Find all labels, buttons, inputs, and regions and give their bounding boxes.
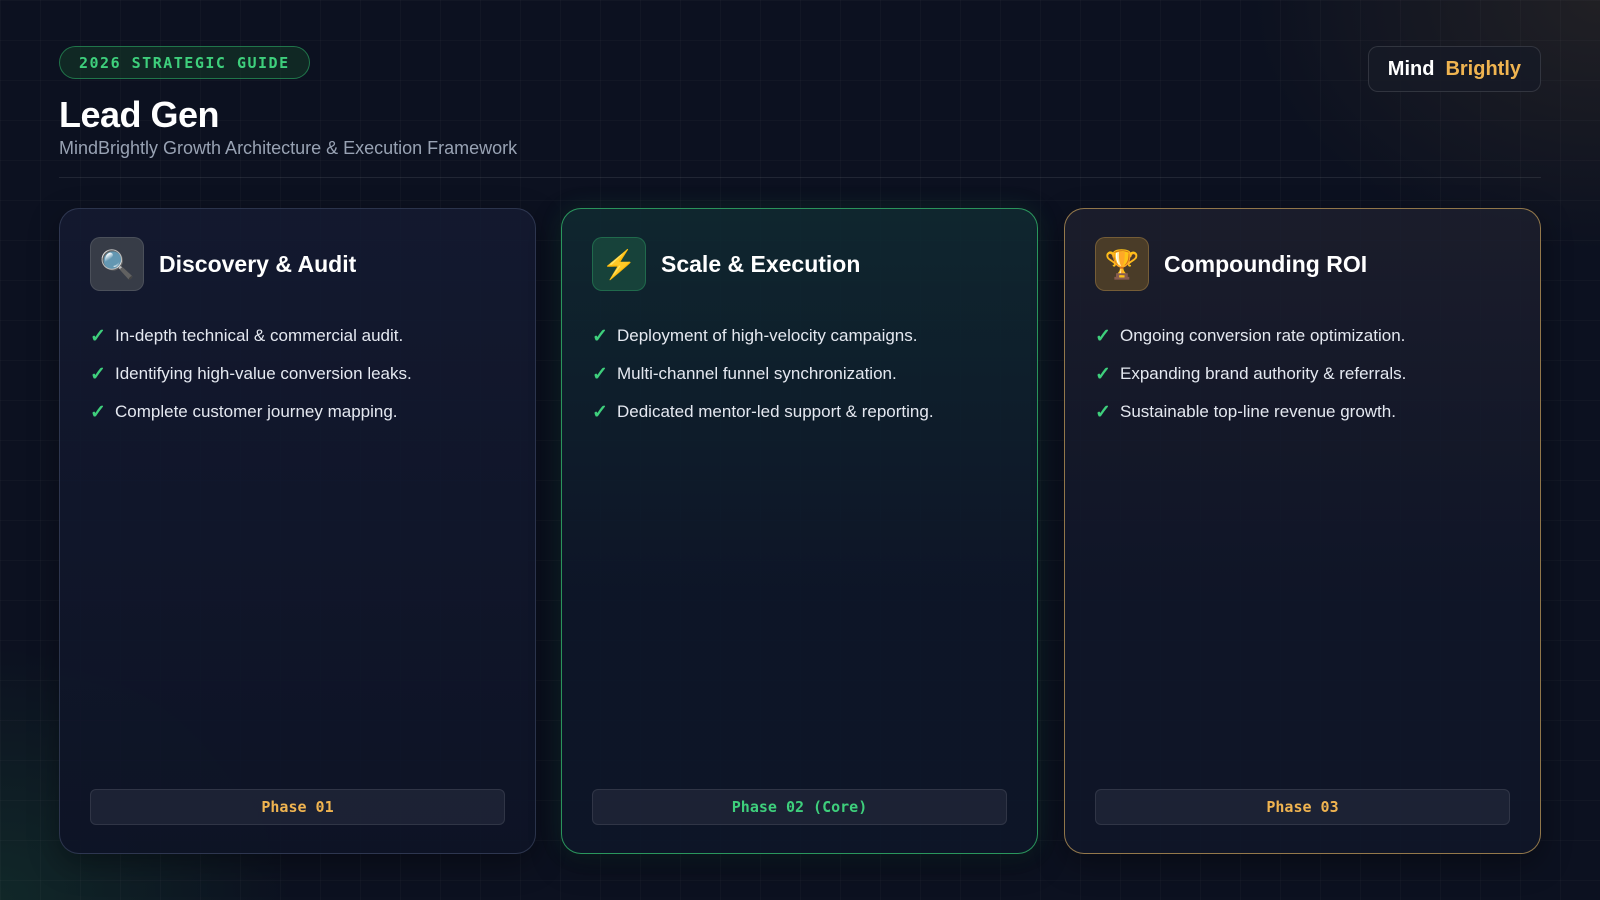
page-title: Lead Gen (59, 94, 220, 135)
card-compounding-roi: 🏆 Compounding ROI ✓ Ongoing conversion ra… (1064, 208, 1541, 854)
list-item: ✓ Complete customer journey mapping. (90, 393, 412, 431)
checkmark-icon: ✓ (90, 401, 106, 423)
brand-logo-mind: Mind (1387, 57, 1435, 80)
list-item-text: Multi-channel funnel synchronization. (617, 364, 897, 383)
list-item-text: Identifying high-value conversion leaks. (115, 364, 412, 383)
checkmark-icon: ✓ (592, 401, 608, 423)
brand-logo-brightly: Brightly (1445, 57, 1521, 80)
card-header: ⚡ Scale & Execution (592, 237, 860, 291)
checkmark-icon: ✓ (90, 325, 106, 347)
card-header: 🔍 Discovery & Audit (90, 237, 356, 291)
list-item-text: Complete customer journey mapping. (115, 402, 398, 421)
brand-logo: Mind Brightly (1367, 46, 1541, 92)
card-title: Compounding ROI (1164, 250, 1368, 277)
lightning-icon: ⚡ (592, 237, 646, 291)
list-item: ✓ Sustainable top-line revenue growth. (1095, 393, 1406, 431)
card-item-list: ✓ Ongoing conversion rate optimization. ✓… (1095, 317, 1406, 431)
phase-label: Phase 02 (Core) (592, 789, 1007, 825)
strategic-guide-tag: 2026 STRATEGIC GUIDE (59, 46, 310, 79)
checkmark-icon: ✓ (592, 363, 608, 385)
phase-label: Phase 01 (90, 789, 505, 825)
list-item: ✓ Multi-channel funnel synchronization. (592, 355, 934, 393)
list-item: ✓ Deployment of high-velocity campaigns. (592, 317, 934, 355)
checkmark-icon: ✓ (90, 363, 106, 385)
checkmark-icon: ✓ (1095, 401, 1111, 423)
list-item: ✓ Identifying high-value conversion leaks… (90, 355, 412, 393)
list-item: ✓ Ongoing conversion rate optimization. (1095, 317, 1406, 355)
card-discovery-audit: 🔍 Discovery & Audit ✓ In-depth technical … (59, 208, 536, 854)
card-header: 🏆 Compounding ROI (1095, 237, 1367, 291)
card-title: Discovery & Audit (159, 250, 357, 277)
phase-label: Phase 03 (1095, 789, 1510, 825)
card-scale-execution: ⚡ Scale & Execution ✓ Deployment of high-… (561, 208, 1038, 854)
list-item-text: In-depth technical & commercial audit. (115, 326, 404, 345)
list-item: ✓ Expanding brand authority & referrals. (1095, 355, 1406, 393)
page-header: 2026 STRATEGIC GUIDE Lead Gen MindBright… (59, 46, 1541, 178)
trophy-icon: 🏆 (1095, 237, 1149, 291)
card-item-list: ✓ Deployment of high-velocity campaigns. … (592, 317, 934, 431)
list-item-text: Ongoing conversion rate optimization. (1120, 326, 1406, 345)
list-item-text: Deployment of high-velocity campaigns. (617, 326, 918, 345)
list-item: ✓ In-depth technical & commercial audit. (90, 317, 412, 355)
page-subtitle: MindBrightly Growth Architecture & Execu… (59, 138, 518, 158)
card-title: Scale & Execution (661, 250, 861, 277)
magnifier-icon: 🔍 (90, 237, 144, 291)
list-item-text: Dedicated mentor-led support & reporting… (617, 402, 934, 421)
list-item-text: Expanding brand authority & referrals. (1120, 364, 1407, 383)
checkmark-icon: ✓ (592, 325, 608, 347)
checkmark-icon: ✓ (1095, 363, 1111, 385)
list-item-text: Sustainable top-line revenue growth. (1120, 402, 1396, 421)
phase-cards: 🔍 Discovery & Audit ✓ In-depth technical … (59, 208, 1541, 854)
checkmark-icon: ✓ (1095, 325, 1111, 347)
card-item-list: ✓ In-depth technical & commercial audit. … (90, 317, 412, 431)
list-item: ✓ Dedicated mentor-led support & reportin… (592, 393, 934, 431)
